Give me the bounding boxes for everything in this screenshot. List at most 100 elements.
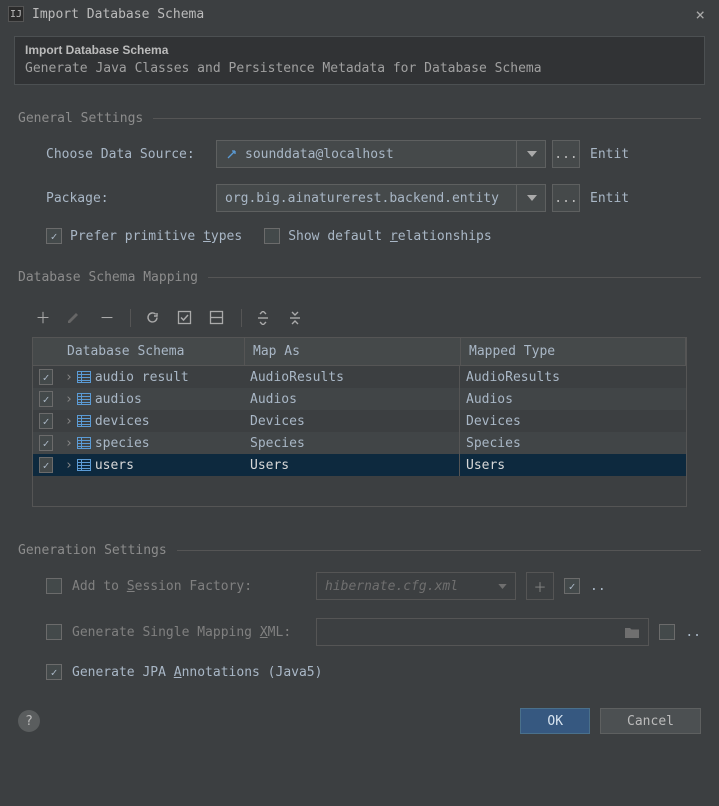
table-header: Database Schema Map As Mapped Type	[33, 338, 686, 366]
row-checkbox[interactable]	[39, 391, 53, 407]
edit-button[interactable]	[66, 311, 84, 325]
prefer-primitive-label: Prefer primitive types	[70, 229, 242, 244]
schema-name: species	[95, 436, 150, 451]
schema-mapping-label: Database Schema Mapping	[18, 270, 198, 285]
cancel-button[interactable]: Cancel	[600, 708, 701, 734]
single-mapping-label: Generate Single Mapping XML:	[72, 625, 306, 640]
table-row[interactable]: ›audio resultAudioResultsAudioResults	[33, 366, 686, 388]
datasource-value: sounddata@localhost	[245, 147, 508, 162]
folder-icon	[624, 626, 640, 639]
chevron-down-icon[interactable]	[516, 141, 537, 167]
schema-name: devices	[95, 414, 150, 429]
table-row[interactable]: › devices DevicesDevices	[33, 410, 686, 432]
jpa-annotations-checkbox[interactable]	[46, 664, 62, 680]
mapping-toolbar: ＋ －	[18, 299, 701, 337]
map-as-value: Users	[244, 454, 460, 476]
single-mapping-trailing: ..	[685, 625, 701, 640]
table-row[interactable]: ›audiosAudiosAudios	[33, 388, 686, 410]
show-relationships-label: Show default relationships	[288, 229, 492, 244]
schema-mapping-section: Database Schema Mapping ＋ － Database Sch…	[0, 252, 719, 507]
jpa-annotations-row: Generate JPA Annotations (Java5)	[18, 664, 701, 680]
row-checkbox[interactable]	[39, 435, 53, 451]
ok-button[interactable]: OK	[520, 708, 590, 734]
col-header-type[interactable]: Mapped Type	[461, 338, 686, 365]
datasource-browse-button[interactable]: ...	[552, 140, 580, 168]
general-settings-label: General Settings	[18, 111, 143, 126]
map-as-value: Devices	[244, 410, 460, 432]
mapped-type-value: Devices	[460, 410, 686, 432]
package-label: Package:	[46, 191, 216, 206]
refresh-button[interactable]	[145, 310, 163, 325]
collapse-all-button[interactable]	[288, 311, 306, 325]
banner-title: Import Database Schema	[25, 43, 694, 57]
chevron-right-icon[interactable]: ›	[65, 392, 73, 407]
prefer-primitive-checkbox[interactable]: Prefer primitive types	[46, 228, 242, 244]
map-as-value: Audios	[244, 388, 460, 410]
package-trailing: Entit	[590, 191, 629, 206]
single-mapping-input	[316, 618, 649, 646]
row-checkbox[interactable]	[39, 369, 53, 385]
schema-name: users	[95, 458, 134, 473]
chevron-right-icon[interactable]: ›	[65, 370, 73, 385]
row-checkbox[interactable]	[39, 457, 53, 473]
divider	[177, 550, 701, 551]
titlebar: IJ Import Database Schema ×	[0, 0, 719, 28]
single-mapping-checkbox[interactable]	[46, 624, 62, 640]
package-row: Package: org.big.ainaturerest.backend.en…	[18, 184, 701, 212]
jpa-annotations-label: Generate JPA Annotations (Java5)	[72, 665, 322, 680]
mapped-type-value: Species	[460, 432, 686, 454]
session-factory-extra-checkbox[interactable]	[564, 578, 580, 594]
uncheck-all-button[interactable]	[209, 310, 227, 325]
remove-button[interactable]: －	[98, 307, 116, 328]
divider	[208, 277, 701, 278]
mapped-type-value: Audios	[460, 388, 686, 410]
banner-subtitle: Generate Java Classes and Persistence Me…	[25, 61, 694, 76]
session-factory-checkbox[interactable]	[46, 578, 62, 594]
session-factory-add-button[interactable]: ＋	[526, 572, 554, 600]
chevron-right-icon[interactable]: ›	[65, 414, 73, 429]
map-as-value: AudioResults	[244, 366, 460, 388]
package-combo[interactable]: org.big.ainaturerest.backend.entity	[216, 184, 546, 212]
datasource-combo[interactable]: sounddata@localhost	[216, 140, 546, 168]
table-row[interactable]: › users UsersUsers	[33, 454, 686, 476]
checkbox-icon	[659, 624, 675, 640]
generation-settings-label: Generation Settings	[18, 543, 167, 558]
map-as-value: Species	[244, 432, 460, 454]
window-title: Import Database Schema	[32, 7, 689, 22]
chevron-down-icon[interactable]	[516, 185, 537, 211]
table-row[interactable]: › species SpeciesSpecies	[33, 432, 686, 454]
checkbox-icon	[46, 578, 62, 594]
dialog-banner: Import Database Schema Generate Java Cla…	[14, 36, 705, 85]
show-relationships-checkbox[interactable]: Show default relationships	[264, 228, 492, 244]
divider	[130, 309, 131, 327]
chevron-right-icon[interactable]: ›	[65, 436, 73, 451]
close-icon[interactable]: ×	[689, 5, 711, 24]
expand-all-button[interactable]	[256, 311, 274, 325]
col-header-mapas[interactable]: Map As	[245, 338, 461, 365]
session-factory-row: Add to Session Factory: hibernate.cfg.xm…	[18, 572, 701, 600]
mapped-type-value: Users	[460, 454, 686, 476]
row-checkbox[interactable]	[39, 413, 53, 429]
datasource-trailing: Entit	[590, 147, 629, 162]
schema-table: Database Schema Map As Mapped Type ›audi…	[32, 337, 687, 507]
datasource-icon	[225, 147, 239, 161]
table-icon	[77, 393, 91, 405]
checkbox-icon	[46, 228, 62, 244]
table-icon	[77, 437, 91, 449]
table-icon	[77, 371, 91, 383]
dialog-footer: ? OK Cancel	[0, 698, 719, 734]
col-header-schema[interactable]: Database Schema	[59, 338, 245, 365]
datasource-row: Choose Data Source: sounddata@localhost …	[18, 140, 701, 168]
checkbox-icon	[46, 664, 62, 680]
single-mapping-extra-checkbox[interactable]	[659, 624, 675, 640]
divider	[153, 118, 701, 119]
generation-settings-section: Generation Settings Add to Session Facto…	[0, 525, 719, 680]
add-button[interactable]: ＋	[34, 307, 52, 328]
session-factory-trailing: ..	[590, 579, 606, 594]
package-browse-button[interactable]: ...	[552, 184, 580, 212]
divider	[241, 309, 242, 327]
chevron-right-icon[interactable]: ›	[65, 458, 73, 473]
checkbox-icon	[264, 228, 280, 244]
check-all-button[interactable]	[177, 310, 195, 325]
help-button[interactable]: ?	[18, 710, 40, 732]
